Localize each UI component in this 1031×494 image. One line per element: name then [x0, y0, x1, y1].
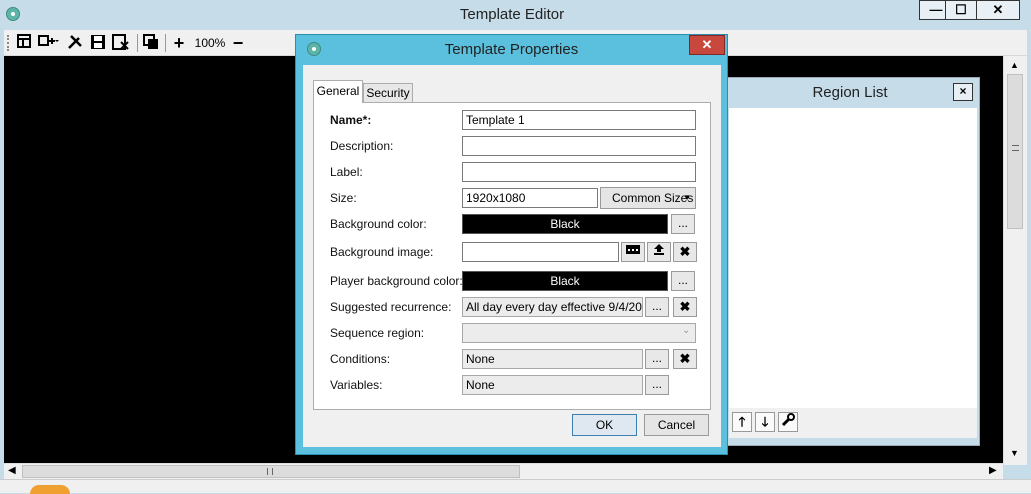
suggested-recurrence-field: All day every day effective 9/4/2020 [462, 297, 643, 317]
toolbar-separator [137, 34, 138, 52]
horizontal-scroll-thumb[interactable] [22, 465, 520, 478]
clear-background-image-icon[interactable]: ✖ [673, 242, 697, 262]
background-color-label: Background color: [330, 217, 427, 231]
vertical-scroll-thumb[interactable] [1007, 74, 1023, 229]
player-background-color-label: Player background color: [330, 274, 463, 288]
grip-icon [1012, 145, 1019, 151]
suggested-recurrence-label: Suggested recurrence: [330, 300, 452, 314]
ok-button[interactable]: OK [572, 414, 637, 436]
suggested-recurrence-browse-button[interactable]: ... [645, 297, 669, 317]
status-strip [0, 479, 1031, 494]
region-list-panel: Region List × 🡑 🡓 [724, 77, 980, 446]
zoom-in-icon[interactable]: + [171, 34, 187, 52]
chevron-down-icon: ▼ [683, 193, 691, 202]
layers-icon[interactable] [143, 34, 159, 52]
clear-conditions-icon[interactable]: ✖ [673, 349, 697, 369]
tab-security[interactable]: Security [363, 83, 413, 103]
wrench-icon[interactable] [778, 412, 798, 432]
zoom-out-icon[interactable]: − [230, 34, 246, 52]
sequence-region-label: Sequence region: [330, 326, 425, 340]
dialog-close-button[interactable]: ✕ [689, 35, 725, 55]
background-color-browse-button[interactable]: ... [671, 214, 695, 234]
main-titlebar: Template Editor — ☐ ✕ [0, 0, 1031, 30]
conditions-label: Conditions: [330, 352, 391, 366]
cancel-button[interactable]: Cancel [644, 414, 709, 436]
tab-general[interactable]: General [313, 80, 363, 103]
tools-icon[interactable] [67, 34, 83, 52]
upload-icon[interactable] [647, 242, 671, 262]
common-sizes-dropdown[interactable]: Common Sizes ▼ [600, 187, 696, 209]
close-button[interactable]: ✕ [976, 0, 1020, 20]
window-title: Template Editor [459, 6, 565, 23]
grip-icon [267, 468, 273, 475]
label-label: Label: [330, 165, 363, 179]
variables-browse-button[interactable]: ... [645, 375, 669, 395]
scroll-left-icon[interactable]: ◀ [8, 465, 16, 476]
move-down-icon[interactable]: 🡓 [755, 412, 775, 432]
name-label: Name*: [330, 113, 372, 127]
horizontal-scrollbar[interactable]: ◀ ▶ [4, 463, 1003, 479]
layout-icon[interactable] [16, 34, 32, 52]
general-tab-panel: Name*: Template 1 Description: Label: Si… [313, 102, 711, 410]
zoom-level: 100% [194, 36, 226, 50]
chevron-down-icon: ⌄ [682, 325, 691, 336]
dialog-title: Template Properties [444, 41, 579, 58]
size-label: Size: [330, 191, 357, 205]
vertical-scrollbar[interactable]: ▲ ▼ [1003, 56, 1027, 465]
region-list-close-button[interactable]: × [953, 83, 973, 101]
toolbar-separator [165, 34, 166, 52]
scroll-up-icon[interactable]: ▲ [1010, 60, 1019, 70]
description-field[interactable] [462, 136, 696, 156]
background-image-label: Background image: [330, 245, 434, 259]
region-list-body[interactable] [729, 108, 977, 408]
dialog-client-area: General Security Name*: Template 1 Descr… [303, 65, 721, 447]
variables-field: None [462, 375, 643, 395]
background-image-field[interactable] [462, 242, 619, 262]
conditions-browse-button[interactable]: ... [645, 349, 669, 369]
common-sizes-label: Common Sizes [612, 191, 694, 205]
player-background-color-browse-button[interactable]: ... [671, 271, 695, 291]
name-field[interactable]: Template 1 [462, 110, 696, 130]
add-region-icon[interactable] [37, 34, 61, 52]
maximize-button[interactable]: ☐ [945, 0, 977, 20]
region-list-title: Region List [812, 84, 888, 101]
player-background-color-swatch[interactable]: Black [462, 271, 668, 291]
conditions-field: None [462, 349, 643, 369]
scroll-right-icon[interactable]: ▶ [989, 465, 997, 476]
save-icon[interactable] [90, 34, 106, 52]
background-color-swatch[interactable]: Black [462, 214, 668, 234]
variables-label: Variables: [330, 378, 383, 392]
clear-recurrence-icon[interactable]: ✖ [673, 297, 697, 317]
region-list-footer: 🡑 🡓 [729, 408, 977, 438]
media-library-icon[interactable] [621, 242, 645, 262]
description-label: Description: [330, 139, 394, 153]
delete-icon[interactable] [112, 34, 130, 52]
move-up-icon[interactable]: 🡑 [732, 412, 752, 432]
size-field[interactable]: 1920x1080 [462, 188, 598, 208]
template-properties-dialog: Template Properties ✕ General Security N… [295, 34, 728, 455]
sequence-region-select[interactable] [462, 323, 696, 343]
toolbar-grip [7, 35, 9, 51]
label-field[interactable] [462, 162, 696, 182]
scroll-down-icon[interactable]: ▼ [1010, 448, 1019, 458]
